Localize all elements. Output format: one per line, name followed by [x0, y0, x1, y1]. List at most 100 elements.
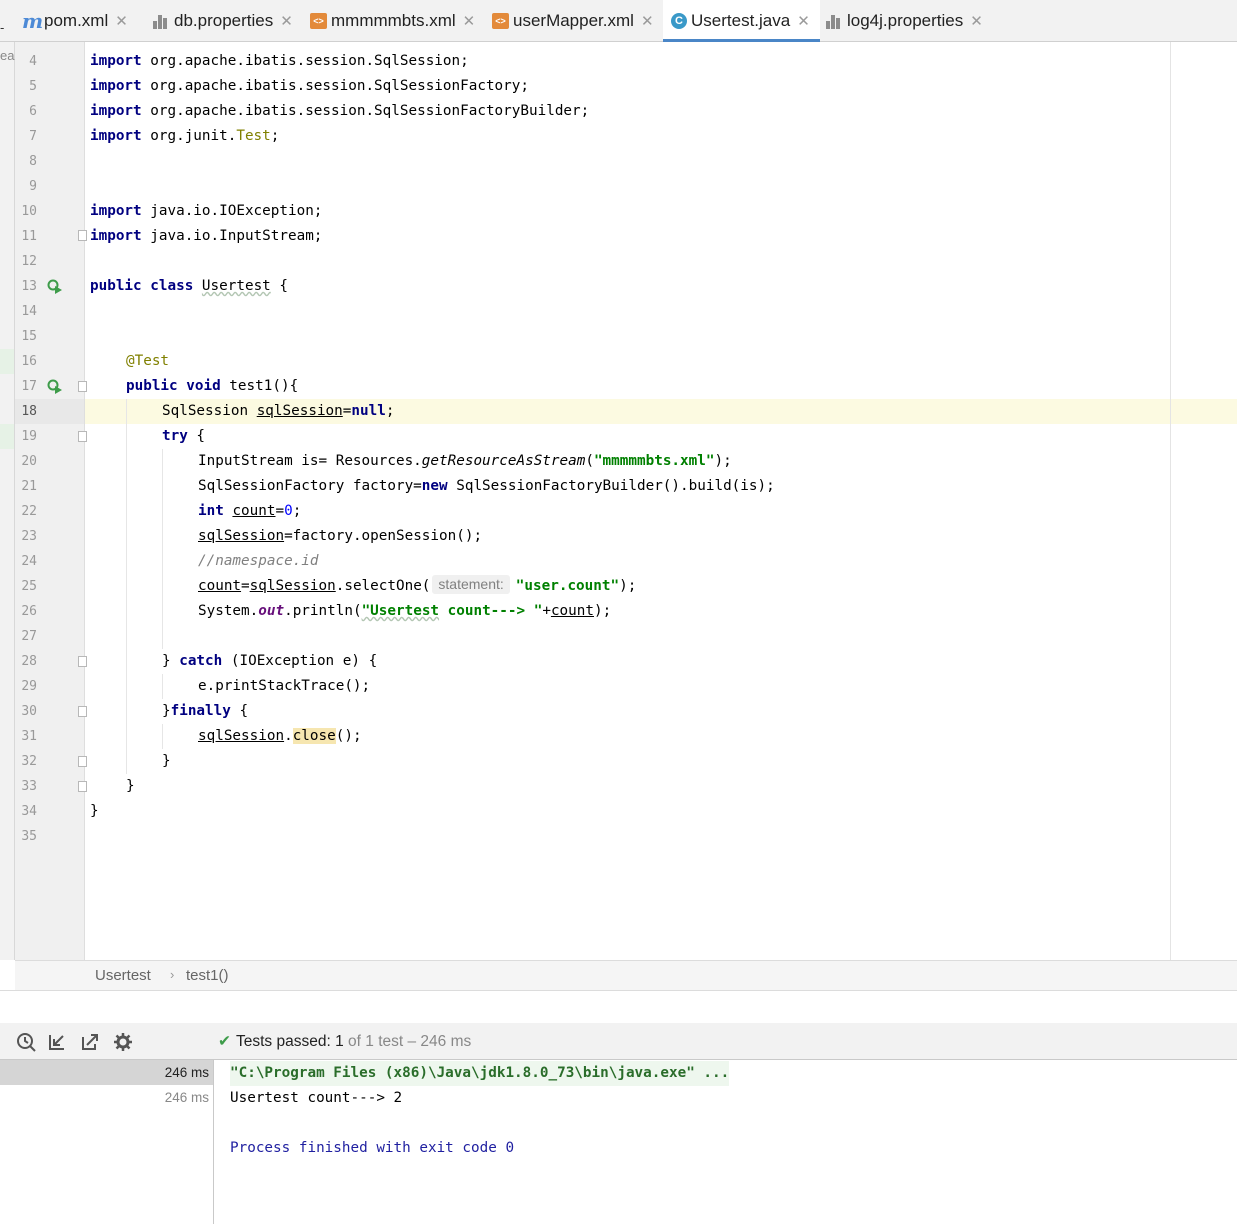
fold-marker-icon[interactable] — [78, 230, 87, 241]
fold-marker-icon[interactable] — [78, 706, 87, 717]
settings-gear-icon[interactable] — [112, 1031, 134, 1053]
line-number: 25 — [21, 579, 37, 594]
panel-fragment: ea — [0, 48, 15, 63]
code-line-25: count=sqlSession.selectOne(statement: "us… — [198, 575, 637, 594]
line-number: 28 — [21, 654, 37, 669]
test-results-tree: 246 ms 246 ms — [0, 1060, 214, 1224]
fold-marker-icon[interactable] — [78, 656, 87, 667]
code-line-22: int count=0; — [198, 503, 302, 519]
maven-icon: m — [22, 9, 44, 33]
line-number: 21 — [21, 479, 37, 494]
console-exit-line: Process finished with exit code 0 — [230, 1140, 515, 1156]
tab-mmmmmbts-xml[interactable]: <> mmmmmbts.xml ✕ — [310, 0, 475, 42]
line-number: 29 — [21, 679, 37, 694]
java-class-icon: C — [671, 13, 687, 29]
tab-pom-xml[interactable]: m pom.xml ✕ — [22, 0, 128, 42]
status-count: 1 — [335, 1033, 344, 1050]
test-tree-row[interactable]: 246 ms — [0, 1060, 213, 1085]
status-detail: of 1 test – 246 ms — [348, 1033, 472, 1050]
test-tree-row[interactable]: 246 ms — [0, 1085, 213, 1110]
properties-file-icon — [825, 12, 843, 30]
line-number: 4 — [29, 54, 37, 69]
line-number: 5 — [29, 79, 37, 94]
change-marker — [0, 349, 14, 374]
line-number: 24 — [21, 554, 37, 569]
code-line-30: }finally { — [162, 703, 249, 719]
fold-marker-icon[interactable] — [78, 381, 87, 392]
code-line-10: import java.io.IOException; — [90, 203, 323, 219]
tab-label: log4j.properties — [847, 11, 964, 30]
line-number: 23 — [21, 529, 37, 544]
code-line-18: SqlSession sqlSession=null; — [162, 403, 395, 419]
fold-marker-icon[interactable] — [78, 431, 87, 442]
panel-fragment: - — [0, 20, 5, 35]
code-line-33: } — [126, 778, 135, 794]
tab-usermapper-xml[interactable]: <> userMapper.xml ✕ — [492, 0, 654, 42]
code-line-26: System.out.println("Usertest count---> "… — [198, 603, 612, 619]
code-line-17: public void test1(){ — [126, 378, 299, 394]
line-number: 33 — [21, 779, 37, 794]
line-number: 19 — [21, 429, 37, 444]
history-icon[interactable] — [15, 1031, 37, 1053]
line-number: 11 — [21, 229, 37, 244]
tab-log4j-properties[interactable]: log4j.properties ✕ — [825, 0, 983, 42]
tab-db-properties[interactable]: db.properties ✕ — [152, 0, 293, 42]
panel-divider[interactable] — [0, 990, 1237, 1009]
project-panel-edge[interactable]: - ea — [0, 20, 15, 960]
code-line-19: try { — [162, 428, 206, 444]
code-line-5: import org.apache.ibatis.session.SqlSess… — [90, 78, 529, 94]
export-tests-icon[interactable] — [79, 1031, 101, 1053]
code-line-16: @Test — [126, 353, 170, 369]
line-number: 8 — [29, 154, 37, 169]
indent-guide — [126, 399, 127, 774]
console-output-line: Usertest count---> 2 — [230, 1090, 403, 1106]
tab-usertest-java[interactable]: C Usertest.java ✕ — [663, 0, 820, 42]
breadcrumb-class[interactable]: Usertest — [95, 967, 151, 984]
code-line-24: //namespace.id — [198, 553, 319, 569]
run-test-icon[interactable] — [47, 379, 63, 395]
code-line-6: import org.apache.ibatis.session.SqlSess… — [90, 103, 590, 119]
code-line-21: SqlSessionFactory factory=new SqlSession… — [198, 478, 775, 494]
tab-label: mmmmmbts.xml — [331, 11, 456, 30]
line-number: 35 — [21, 829, 37, 844]
line-number: 22 — [21, 504, 37, 519]
line-number: 26 — [21, 604, 37, 619]
console-output[interactable]: "C:\Program Files (x86)\Java\jdk1.8.0_73… — [214, 1060, 1237, 1224]
change-marker — [0, 424, 14, 449]
code-line-4: import org.apache.ibatis.session.SqlSess… — [90, 53, 469, 69]
breadcrumb: Usertest › test1() — [15, 960, 1237, 990]
code-line-20: InputStream is= Resources.getResourceAsS… — [198, 453, 732, 469]
line-number: 15 — [21, 329, 37, 344]
run-test-icon[interactable] — [47, 279, 63, 295]
line-number: 16 — [21, 354, 37, 369]
console-command-line[interactable]: "C:\Program Files (x86)\Java\jdk1.8.0_73… — [230, 1061, 730, 1086]
line-number: 6 — [29, 104, 37, 119]
code-line-34: } — [90, 803, 99, 819]
close-icon[interactable]: ✕ — [970, 12, 983, 30]
close-icon[interactable]: ✕ — [463, 12, 476, 30]
code-line-28: } catch (IOException e) { — [162, 653, 378, 669]
line-number: 13 — [21, 279, 37, 294]
editor-tab-bar: m pom.xml ✕ db.properties ✕ <> mmmmmbts.… — [0, 0, 1237, 42]
close-icon[interactable]: ✕ — [797, 12, 810, 30]
test-duration: 246 ms — [164, 1065, 209, 1080]
close-icon[interactable]: ✕ — [641, 12, 654, 30]
close-icon[interactable]: ✕ — [115, 12, 128, 30]
indent-guide — [162, 674, 163, 699]
tab-label: Usertest.java — [691, 11, 791, 30]
test-duration: 246 ms — [164, 1090, 209, 1105]
line-number: 20 — [21, 454, 37, 469]
line-number: 12 — [21, 254, 37, 269]
close-icon[interactable]: ✕ — [280, 12, 293, 30]
line-number: 31 — [21, 729, 37, 744]
indent-guide — [162, 724, 163, 749]
indent-guide — [162, 449, 163, 649]
import-tests-icon[interactable] — [46, 1031, 68, 1053]
fold-marker-icon[interactable] — [78, 756, 87, 767]
test-status: ✔ Tests passed: 1 of 1 test – 246 ms — [218, 1032, 471, 1051]
check-icon: ✔ — [218, 1033, 231, 1050]
fold-marker-icon[interactable] — [78, 781, 87, 792]
line-number: 32 — [21, 754, 37, 769]
xml-file-icon: <> — [310, 13, 327, 29]
breadcrumb-method[interactable]: test1() — [186, 967, 229, 984]
